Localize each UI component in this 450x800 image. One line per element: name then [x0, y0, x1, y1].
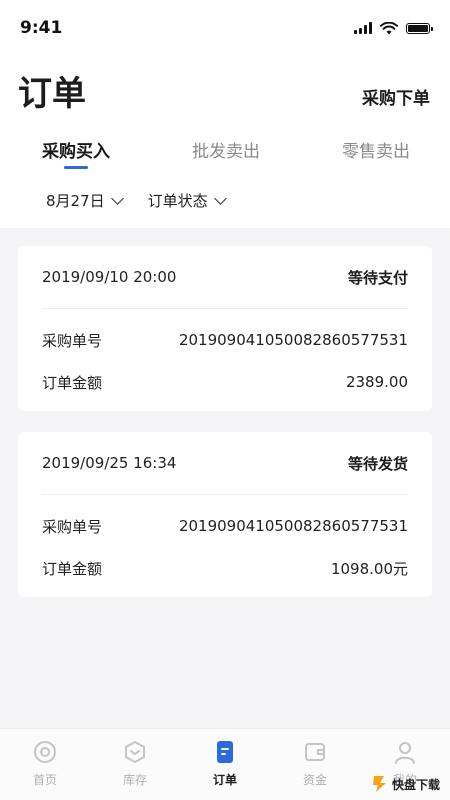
order-status: 等待发货: [347, 454, 408, 473]
order-datetime: 2019/09/10 20:00: [42, 268, 177, 286]
tabbar-label: 订单: [212, 773, 237, 787]
order-number-value: 2019090410500828605775​31: [178, 331, 408, 349]
watermark-text: 快盘下载: [391, 777, 440, 792]
order-number-row: 采购单号 201909041050082860577531: [42, 505, 408, 547]
status-time: 9:41: [20, 18, 63, 38]
wifi-icon: [380, 21, 398, 34]
status-filter-label: 订单状态: [147, 191, 208, 210]
order-amount-label: 订单金额: [42, 559, 103, 578]
tab-wholesale-out[interactable]: 批发卖出: [192, 135, 260, 171]
order-card-header: 2019/09/10 20:00 等待支付: [42, 246, 408, 309]
tab-label: 批发卖出: [192, 142, 260, 162]
tabbar-label: 资金: [302, 773, 327, 787]
order-icon: [217, 741, 233, 763]
purchase-order-button[interactable]: 采购下单: [362, 84, 430, 109]
tab-purchase-in[interactable]: 采购买入: [42, 135, 110, 171]
status-bar: 9:41: [0, 0, 450, 56]
order-amount-row: 订单金额 1098.00元: [42, 547, 408, 589]
status-icons: [354, 21, 433, 35]
order-tabs: 采购买入 批发卖出 零售卖出: [0, 135, 450, 175]
active-tab-indicator: [64, 166, 88, 169]
signal-icon: [354, 22, 372, 34]
chevron-down-icon: [110, 191, 124, 205]
order-number-row: 采购单号 2019090410500828605775​31: [42, 319, 408, 361]
order-card[interactable]: 2019/09/10 20:00 等待支付 采购单号 2019090410500…: [18, 246, 432, 411]
inventory-icon: [125, 741, 145, 763]
order-card[interactable]: 2019/09/25 16:34 等待发货 采购单号 2019090410500…: [18, 432, 432, 597]
tab-label: 零售卖出: [342, 142, 410, 162]
order-amount-label: 订单金额: [42, 373, 103, 392]
order-datetime: 2019/09/25 16:34: [42, 454, 177, 472]
order-amount-value: 2389.00: [345, 373, 408, 391]
tabbar-label: 库存: [122, 773, 147, 787]
page-title: 订单: [18, 74, 86, 114]
tabbar-item-orders[interactable]: 订单: [195, 739, 255, 788]
battery-icon: [406, 22, 433, 34]
wallet-icon: [305, 743, 325, 761]
tabbar-item-funds[interactable]: 资金: [285, 739, 345, 788]
chevron-down-icon: [213, 191, 227, 205]
user-icon: [395, 742, 415, 764]
download-logo-icon: [372, 776, 386, 792]
tab-label: 采购买入: [42, 142, 110, 162]
order-number-label: 采购单号: [42, 331, 103, 350]
order-status: 等待支付: [347, 268, 408, 287]
order-amount-row: 订单金额 2389.00: [42, 361, 408, 403]
order-number-label: 采购单号: [42, 517, 103, 536]
order-number-value: 201909041050082860577531: [178, 517, 408, 535]
page-header: 订单 采购下单: [0, 60, 450, 120]
tabbar-label: 首页: [32, 773, 57, 787]
filter-bar: 8月27日 订单状态: [0, 182, 450, 218]
tab-retail-out[interactable]: 零售卖出: [342, 135, 410, 171]
status-filter[interactable]: 订单状态: [147, 190, 227, 211]
date-filter[interactable]: 8月27日: [46, 190, 124, 211]
home-icon: [34, 741, 56, 763]
tabbar-item-home[interactable]: 首页: [15, 739, 75, 788]
order-amount-value: 1098.00元: [330, 559, 408, 578]
date-filter-label: 8月27日: [46, 191, 105, 210]
watermark-logo: 快盘下载: [370, 774, 440, 794]
order-list: 2019/09/10 20:00 等待支付 采购单号 2019090410500…: [0, 228, 450, 728]
order-card-header: 2019/09/25 16:34 等待发货: [42, 432, 408, 495]
tabbar-item-inventory[interactable]: 库存: [105, 739, 165, 788]
